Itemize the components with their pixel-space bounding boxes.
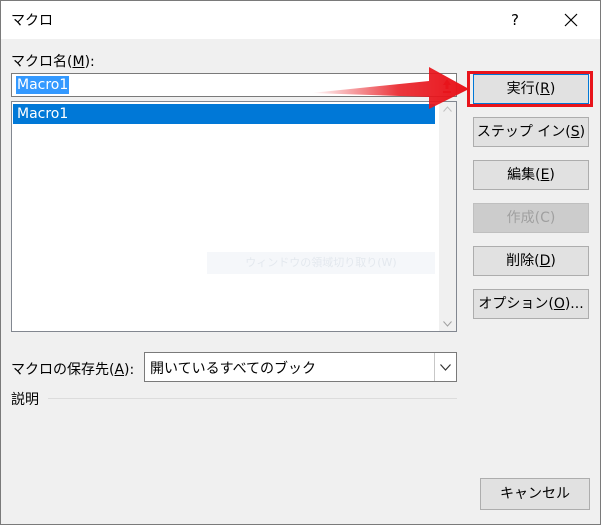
screen-snip-watermark: ウィンドウの領域切り取り(W) (207, 252, 435, 274)
macro-name-value: Macro1 (16, 76, 70, 94)
title-bar: マクロ ? (1, 1, 600, 39)
macro-dialog: マクロ ? マクロ名(M): Macro1 Macro1 ウィンドウの領域切り取… (0, 0, 601, 525)
macro-location-value: 開いているすべてのブック (150, 361, 317, 377)
red-arrow-pointer-icon (311, 67, 469, 109)
list-scrollbar[interactable] (439, 102, 456, 331)
options-button[interactable]: オプション(O)... (473, 289, 589, 319)
close-button[interactable] (551, 4, 591, 36)
edit-button[interactable]: 編集(E) (473, 160, 589, 190)
delete-button[interactable]: 削除(D) (473, 246, 589, 276)
description-label: 説明 (11, 392, 39, 408)
chevron-down-icon (440, 364, 451, 371)
create-button[interactable]: 作成(C) (473, 203, 589, 233)
macro-list[interactable]: Macro1 ウィンドウの領域切り取り(W) (11, 101, 457, 332)
close-icon (564, 13, 578, 27)
step-into-button[interactable]: ステップ イン(S) (473, 117, 589, 147)
run-button-highlight (467, 71, 593, 107)
help-button[interactable]: ? (499, 4, 531, 36)
macro-location-select[interactable]: 開いているすべてのブック (144, 352, 457, 382)
macro-location-label: マクロの保存先(A): (11, 362, 135, 378)
dialog-title: マクロ (11, 13, 53, 29)
dropdown-button[interactable] (434, 353, 456, 381)
description-divider (48, 398, 457, 399)
scroll-down-arrow-icon[interactable] (443, 321, 452, 327)
macro-name-label: マクロ名(M): (11, 54, 95, 70)
cancel-button[interactable]: キャンセル (480, 478, 590, 510)
